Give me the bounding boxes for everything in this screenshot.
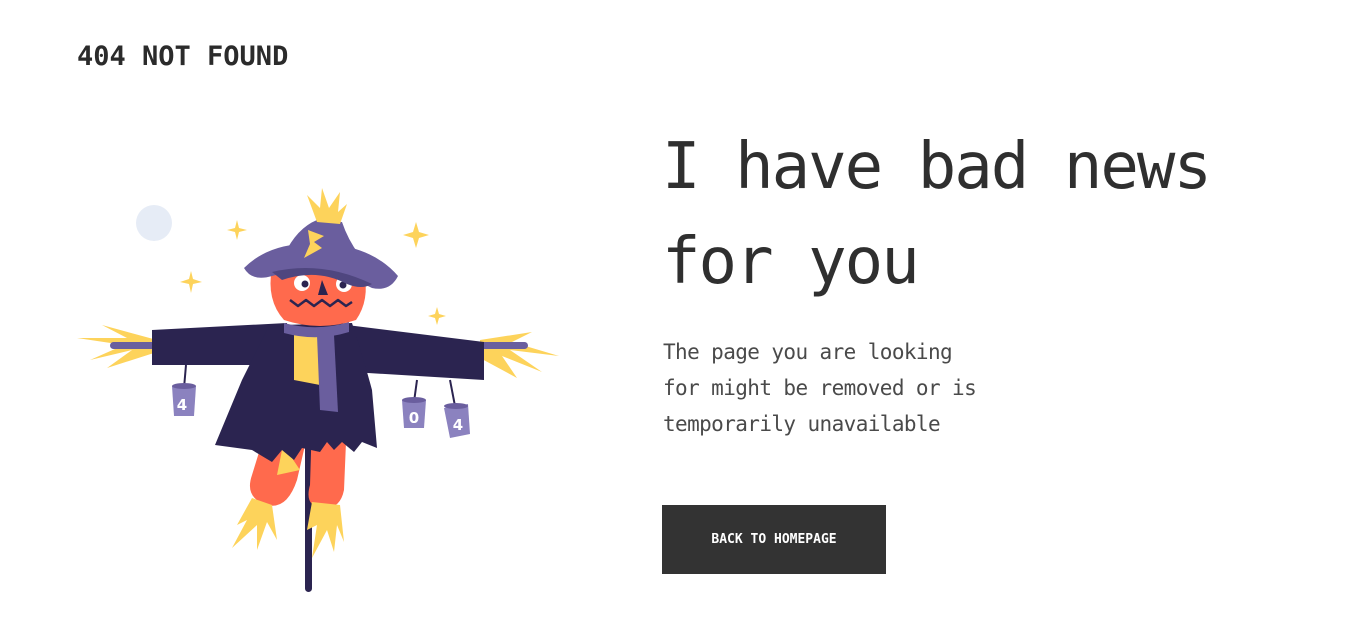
coat-right-sleeve [347, 325, 484, 380]
headline-line-1: I have bad news [662, 130, 1212, 204]
headline-line-2: for you [662, 225, 920, 299]
hanging-can-middle: 0 [402, 379, 426, 428]
description-line-2: for might be removed or is [663, 376, 977, 400]
right-straw-foot [307, 502, 344, 558]
left-straw-foot [232, 498, 277, 550]
page-brand-title: 404 NOT FOUND [77, 41, 289, 72]
headline: I have bad news for you [662, 120, 1322, 310]
error-description: The page you are looking for might be re… [663, 334, 1043, 442]
description-line-3: temporarily unavailable [663, 412, 941, 436]
can-right-digit: 4 [453, 416, 463, 434]
can-left-digit: 4 [177, 396, 187, 414]
can-middle-digit: 0 [409, 409, 419, 427]
hat-straw [307, 188, 347, 224]
back-to-homepage-button[interactable]: BACK TO HOMEPAGE [662, 505, 886, 574]
hanging-can-right: 4 [444, 379, 470, 438]
moon-icon [136, 205, 172, 241]
left-pupil [301, 280, 309, 288]
scarecrow-illustration: 4 0 4 [77, 188, 559, 592]
back-to-homepage-label: BACK TO HOMEPAGE [711, 532, 837, 547]
right-straw-hand [480, 332, 559, 378]
description-line-1: The page you are looking [663, 340, 953, 364]
hanging-can-left: 4 [172, 364, 196, 416]
